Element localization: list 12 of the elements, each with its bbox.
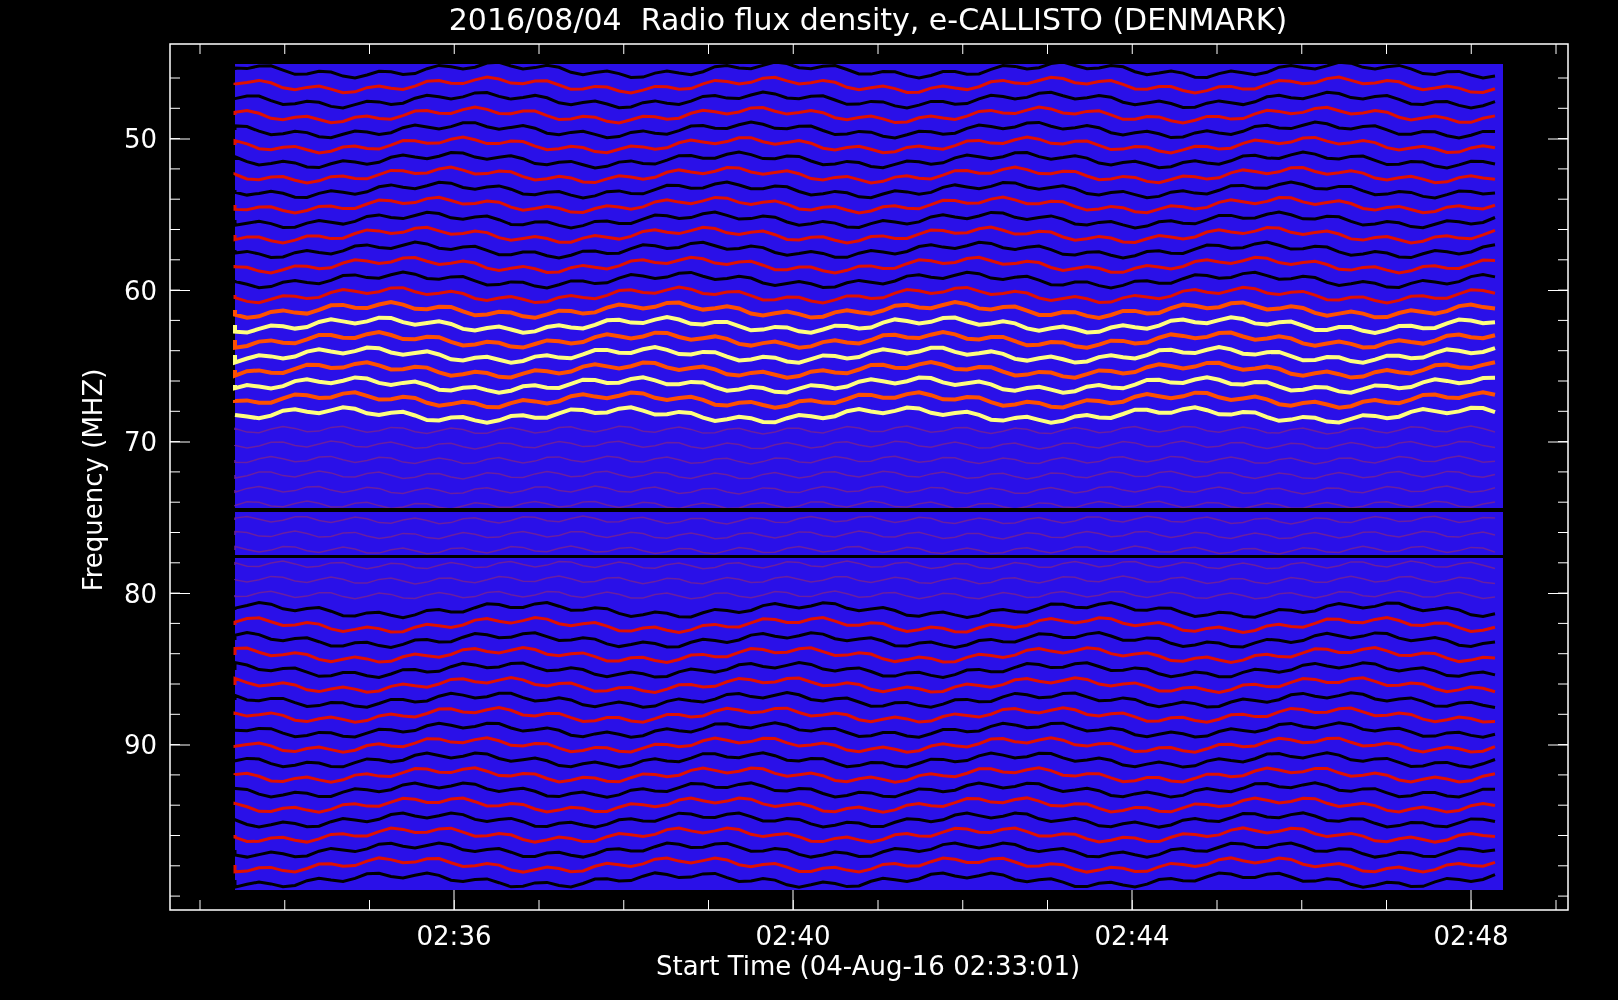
y-tick-label: 60: [123, 275, 157, 306]
x-tick-label: 02:40: [755, 921, 831, 951]
y-axis-label: Frequency (MHZ): [78, 368, 108, 592]
x-tick-label: 02:36: [416, 921, 492, 951]
x-axis-label: Start Time (04-Aug-16 02:33:01): [655, 951, 1081, 981]
y-tick-label: 50: [123, 124, 157, 154]
y-tick-label: 70: [123, 427, 157, 457]
x-tick-label: 02:48: [1433, 921, 1509, 951]
y-tick-label: 90: [123, 730, 157, 760]
chart-title: 2016/08/04 Radio flux density, e-CALLISTO (DENMARK): [448, 2, 1288, 37]
y-tick-label: 80: [123, 578, 157, 609]
x-tick-label: 02:44: [1094, 921, 1170, 951]
